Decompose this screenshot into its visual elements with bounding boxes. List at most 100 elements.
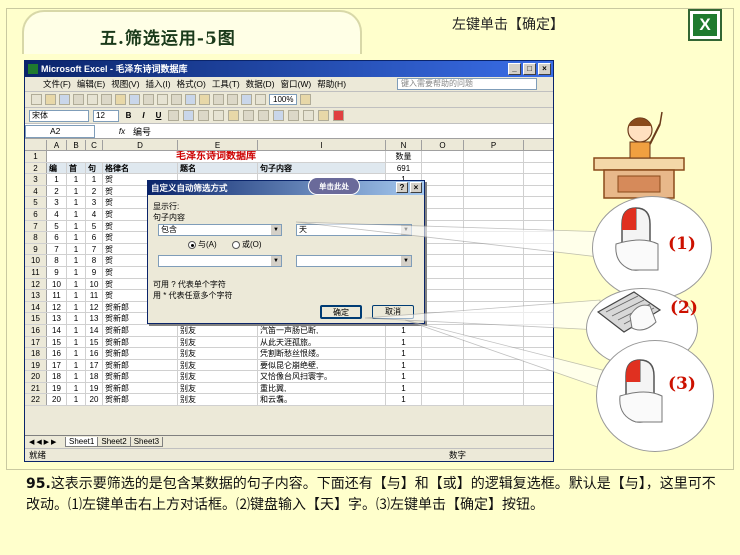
cell-content[interactable]: 凭割断愁丝恨缕。 — [258, 348, 386, 359]
cell-line[interactable]: 8 — [86, 255, 103, 266]
cell[interactable] — [422, 151, 464, 162]
header-cell-title[interactable]: 题名 — [178, 162, 258, 174]
percent-icon[interactable] — [243, 110, 254, 121]
cell[interactable] — [422, 278, 464, 290]
cell[interactable] — [464, 359, 524, 371]
cell-poem[interactable]: 1 — [67, 232, 86, 243]
row-header[interactable]: 8 — [25, 232, 47, 243]
row-header[interactable]: 4 — [25, 185, 47, 197]
or-radio[interactable]: 或(O) — [232, 239, 262, 250]
cell[interactable] — [464, 197, 524, 208]
cell-line[interactable]: 10 — [86, 278, 103, 290]
cell[interactable] — [464, 324, 524, 336]
cell[interactable] — [422, 324, 464, 336]
merge-center-icon[interactable] — [213, 110, 224, 121]
cut-icon[interactable] — [115, 94, 126, 105]
cell-id[interactable]: 11 — [47, 290, 67, 301]
row-header[interactable]: 12 — [25, 278, 47, 290]
menu-item[interactable]: 数据(D) — [246, 78, 275, 90]
undo-icon[interactable] — [157, 94, 168, 105]
new-icon[interactable] — [31, 94, 42, 105]
cell-id[interactable]: 20 — [47, 394, 67, 406]
close-button[interactable]: × — [538, 63, 551, 75]
cell-id[interactable]: 9 — [47, 266, 67, 278]
cell-poem[interactable]: 1 — [67, 394, 86, 406]
font-color-icon[interactable] — [333, 110, 344, 121]
cell-poem[interactable]: 1 — [67, 208, 86, 220]
cell-id[interactable]: 17 — [47, 359, 67, 371]
cell-id[interactable]: 7 — [47, 243, 67, 255]
row-header[interactable]: 9 — [25, 243, 47, 255]
cell[interactable] — [422, 359, 464, 371]
maximize-button[interactable]: □ — [523, 63, 536, 75]
cell-meter[interactable]: 贺新郎 — [103, 382, 178, 394]
cell-content[interactable]: 从此天涯孤旅。 — [258, 336, 386, 348]
menu-item[interactable]: 文件(F) — [43, 78, 71, 90]
cell-title[interactable]: 别友 — [178, 348, 258, 359]
cell[interactable] — [464, 290, 524, 301]
column-header-b[interactable]: B — [67, 140, 86, 150]
align-left-icon[interactable] — [168, 110, 179, 121]
column-header-a[interactable]: A — [47, 140, 67, 150]
cell-title[interactable]: 别友 — [178, 382, 258, 394]
cell-poem[interactable]: 1 — [67, 220, 86, 232]
cell[interactable] — [464, 185, 524, 197]
paste-icon[interactable] — [143, 94, 154, 105]
cell[interactable] — [464, 174, 524, 185]
cell-line[interactable]: 4 — [86, 208, 103, 220]
cell-line[interactable]: 12 — [86, 301, 103, 313]
cell-quantity[interactable]: 1 — [386, 394, 422, 406]
preview-icon[interactable] — [87, 94, 98, 105]
cell-id[interactable]: 18 — [47, 371, 67, 382]
row-header[interactable]: 6 — [25, 208, 47, 220]
cell-poem[interactable]: 1 — [67, 382, 86, 394]
row-header[interactable]: 1 — [25, 151, 47, 162]
cell[interactable] — [464, 266, 524, 278]
fx-icon[interactable]: fx — [115, 127, 129, 136]
menu-item[interactable]: 工具(T) — [212, 78, 240, 90]
cell-content[interactable]: 汽笛一声肠已断, — [258, 324, 386, 336]
row-header[interactable]: 7 — [25, 220, 47, 232]
cell-line[interactable]: 16 — [86, 348, 103, 359]
cell[interactable] — [422, 382, 464, 394]
cell-poem[interactable]: 1 — [67, 371, 86, 382]
cell[interactable] — [464, 243, 524, 255]
cell-id[interactable]: 19 — [47, 382, 67, 394]
cell[interactable] — [422, 313, 464, 324]
cell[interactable] — [464, 371, 524, 382]
cell[interactable] — [464, 162, 524, 174]
cell-poem[interactable]: 1 — [67, 313, 86, 324]
italic-button[interactable]: I — [138, 111, 149, 120]
borders-icon[interactable] — [303, 110, 314, 121]
cell[interactable] — [464, 348, 524, 359]
cell-id[interactable]: 12 — [47, 301, 67, 313]
column-header-o[interactable]: O — [422, 140, 464, 150]
row-header[interactable]: 21 — [25, 382, 47, 394]
and-radio[interactable]: 与(A) — [188, 239, 217, 250]
cell[interactable] — [422, 162, 464, 174]
cell-id[interactable]: 6 — [47, 232, 67, 243]
cell-line[interactable]: 20 — [86, 394, 103, 406]
ok-button[interactable]: 确定 — [320, 305, 362, 319]
cell-line[interactable]: 2 — [86, 185, 103, 197]
cell-line[interactable]: 15 — [86, 336, 103, 348]
database-title-cell[interactable]: 毛泽东诗词数据库 — [47, 151, 386, 162]
row-header[interactable]: 10 — [25, 255, 47, 266]
cell-quantity[interactable]: 1 — [386, 348, 422, 359]
menu-item[interactable]: 编辑(E) — [77, 78, 105, 90]
quantity-total-cell[interactable]: 691 — [386, 162, 422, 174]
formula-input[interactable]: 编号 — [129, 125, 151, 138]
font-size-select[interactable]: 12 — [93, 109, 119, 122]
copy-icon[interactable] — [129, 94, 140, 105]
column-header-d[interactable]: D — [103, 140, 178, 150]
value-input-1[interactable]: 天 ▼ — [296, 224, 412, 236]
cell[interactable] — [422, 220, 464, 232]
help-icon[interactable] — [300, 94, 312, 105]
cell-quantity[interactable]: 1 — [386, 336, 422, 348]
operator-select-1[interactable]: 包含 ▼ — [158, 224, 282, 236]
row-header[interactable]: 13 — [25, 290, 47, 301]
cell-quantity[interactable]: 1 — [386, 359, 422, 371]
cell-meter[interactable]: 贺新郎 — [103, 336, 178, 348]
hyperlink-icon[interactable] — [185, 94, 196, 105]
align-right-icon[interactable] — [198, 110, 209, 121]
